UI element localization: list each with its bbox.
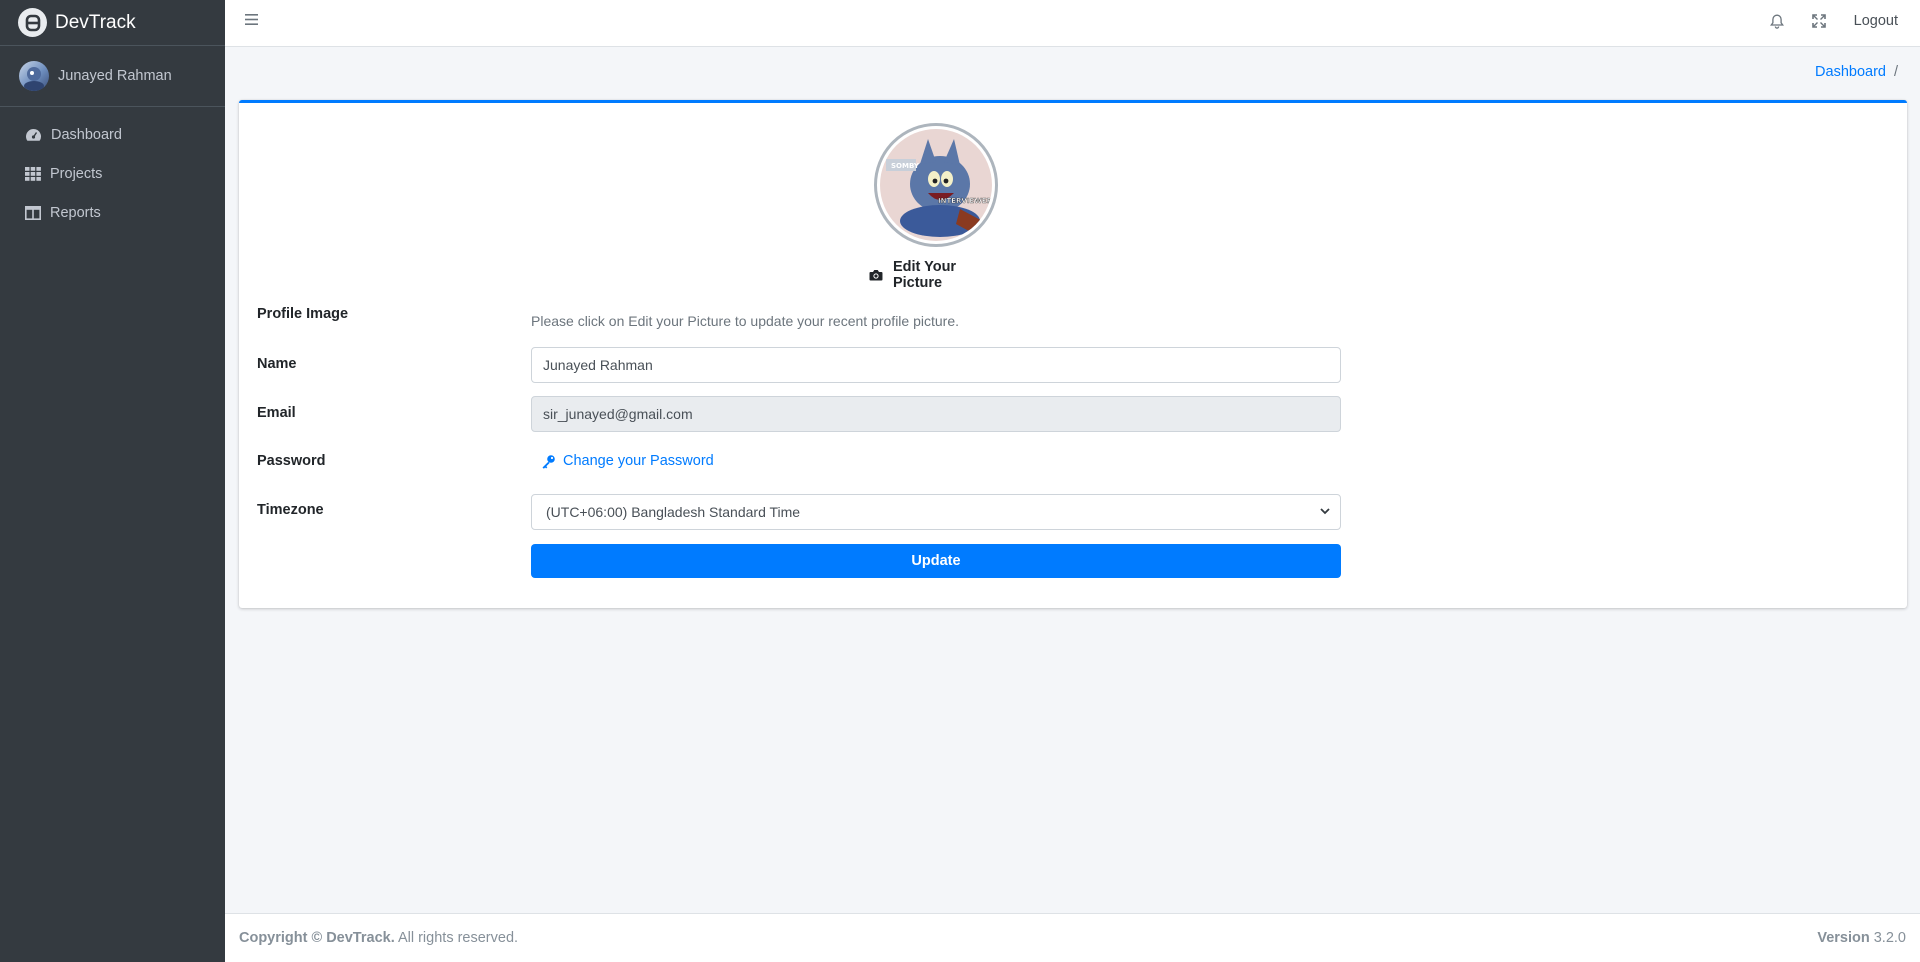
fullscreen-icon[interactable] <box>1811 14 1826 28</box>
copyright: Copyright © DevTrack. All rights reserve… <box>239 930 518 946</box>
profile-picture: SOMBY INTERVIEWER <box>874 123 998 247</box>
profile-card: SOMBY INTERVIEWER Edit Your Picture Prof… <box>239 100 1907 608</box>
top-navbar: Logout <box>225 0 1920 47</box>
user-avatar <box>19 61 49 91</box>
name-field-value: Junayed Rahman <box>543 357 653 373</box>
password-label: Password <box>257 453 326 469</box>
timezone-select[interactable]: (UTC+06:00) Bangladesh Standard Time <box>531 494 1341 530</box>
sidebar: DevTrack Junayed Rahman Dashboard Projec… <box>0 0 225 962</box>
key-icon <box>542 454 555 469</box>
email-field[interactable]: sir_junayed@gmail.com <box>531 396 1341 432</box>
camera-icon <box>869 270 883 281</box>
picture-caption-bottom: INTERVIEWER <box>938 197 992 205</box>
logout-link[interactable]: Logout <box>1854 13 1898 29</box>
tachometer-icon <box>26 128 41 141</box>
timezone-select-value: (UTC+06:00) Bangladesh Standard Time <box>546 504 801 520</box>
profile-image-label: Profile Image <box>257 306 349 322</box>
email-field-value: sir_junayed@gmail.com <box>543 406 693 422</box>
sidebar-item-projects[interactable]: Projects <box>0 154 225 193</box>
version-info: Version 3.2.0 <box>1817 930 1906 946</box>
sidebar-item-label: Projects <box>50 165 103 182</box>
change-password-label: Change your Password <box>563 453 714 469</box>
edit-picture-button[interactable]: Edit Your Picture <box>869 259 1009 291</box>
timezone-label: Timezone <box>257 502 324 518</box>
copyright-rest: All rights reserved. <box>394 930 519 946</box>
sidebar-nav: Dashboard Projects Reports <box>0 115 225 232</box>
user-panel[interactable]: Junayed Rahman <box>0 46 225 107</box>
breadcrumb: Dashboard / <box>1815 64 1898 80</box>
sidebar-item-reports[interactable]: Reports <box>0 193 225 232</box>
user-name: Junayed Rahman <box>58 68 172 84</box>
sidebar-item-dashboard[interactable]: Dashboard <box>0 115 225 154</box>
breadcrumb-separator: / <box>1893 64 1898 80</box>
chevron-down-icon <box>1320 508 1330 515</box>
update-button[interactable]: Update <box>531 544 1341 578</box>
name-label: Name <box>257 356 297 372</box>
version-label: Version <box>1817 930 1870 946</box>
picture-caption-top: SOMBY <box>891 162 920 170</box>
name-field[interactable]: Junayed Rahman <box>531 347 1341 383</box>
footer: Copyright © DevTrack. All rights reserve… <box>225 913 1920 962</box>
version-value: 3.2.0 <box>1869 930 1906 946</box>
grid-icon <box>25 166 41 181</box>
breadcrumb-item-dashboard[interactable]: Dashboard <box>1815 64 1886 80</box>
menu-toggle-icon[interactable] <box>245 13 258 31</box>
columns-icon <box>25 205 41 220</box>
email-label: Email <box>257 405 296 421</box>
copyright-bold: Copyright © DevTrack. <box>239 930 395 946</box>
sidebar-item-label: Dashboard <box>51 126 122 143</box>
edit-picture-label: Edit Your Picture <box>892 259 957 291</box>
profile-image-help: Please click on Edit your Picture to upd… <box>531 313 959 329</box>
bell-icon[interactable] <box>1769 14 1784 29</box>
brand-link[interactable]: DevTrack <box>0 0 225 46</box>
brand-text: DevTrack <box>55 11 136 33</box>
brand-logo-icon <box>18 8 47 37</box>
change-password-link[interactable]: Change your Password <box>541 453 714 469</box>
sidebar-item-label: Reports <box>50 204 101 221</box>
top-right-nav: Logout <box>1769 0 1898 42</box>
